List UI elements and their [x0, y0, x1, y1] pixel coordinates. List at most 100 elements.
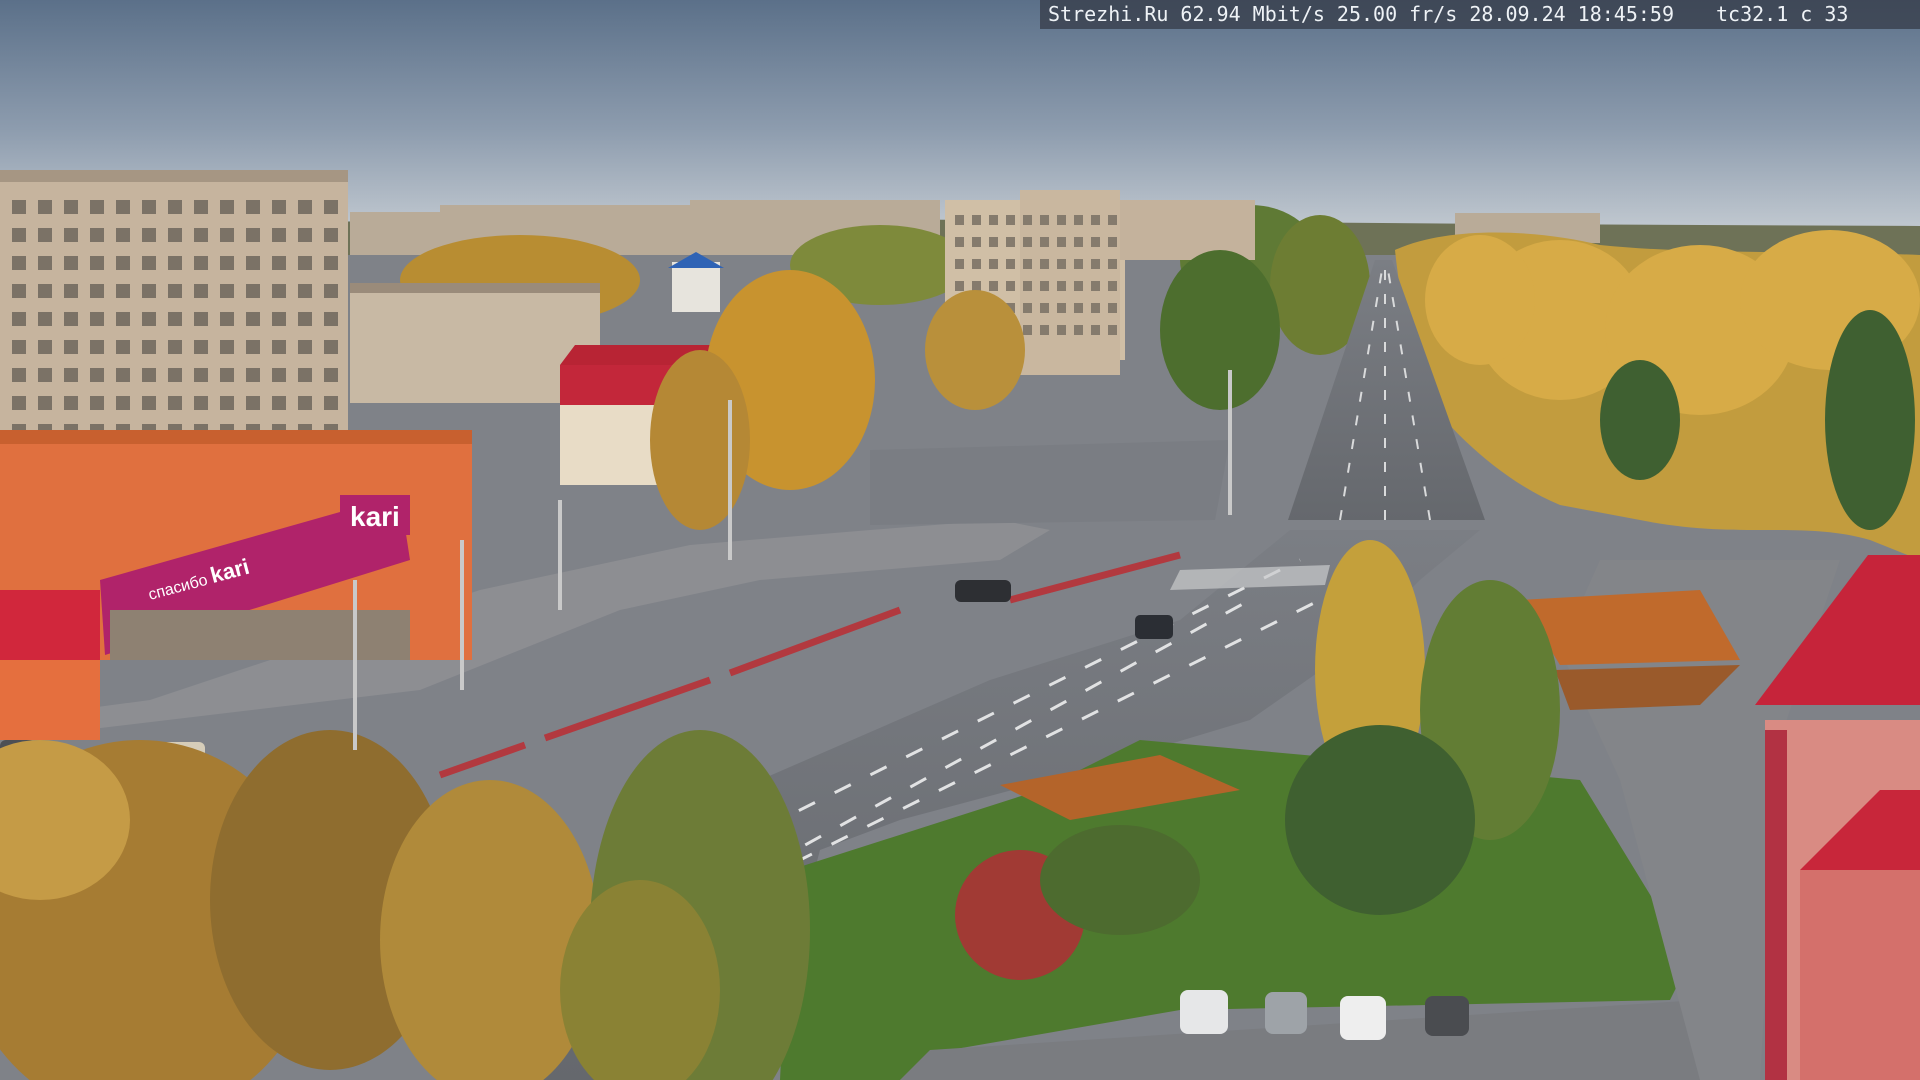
window	[90, 396, 104, 410]
window	[194, 340, 208, 354]
camera-osd-bar: Strezhi.Ru 62.94 Mbit/s 25.00 fr/s 28.09.24…	[1040, 0, 1920, 29]
osd-site: Strezhi.Ru	[1048, 2, 1169, 26]
window	[90, 256, 104, 270]
window	[324, 340, 338, 354]
window	[1006, 215, 1015, 225]
window	[1074, 303, 1083, 313]
window	[64, 200, 78, 214]
window	[38, 284, 52, 298]
window	[168, 368, 182, 382]
window	[1023, 259, 1032, 269]
window	[64, 228, 78, 242]
window	[298, 284, 312, 298]
window	[142, 256, 156, 270]
osd-channel: c 33	[1800, 2, 1849, 26]
window	[1023, 325, 1032, 335]
window	[324, 200, 338, 214]
window	[989, 259, 998, 269]
window	[324, 312, 338, 326]
window	[90, 284, 104, 298]
window	[1091, 303, 1100, 313]
window	[989, 215, 998, 225]
window	[142, 396, 156, 410]
window	[272, 284, 286, 298]
window	[1091, 215, 1100, 225]
window	[64, 368, 78, 382]
osd-bitrate: 62.94 Mbit/s	[1180, 2, 1325, 26]
window	[142, 284, 156, 298]
window	[972, 215, 981, 225]
osd-date: 28.09.24	[1469, 2, 1566, 26]
window	[298, 200, 312, 214]
window	[38, 368, 52, 382]
window	[142, 368, 156, 382]
window	[1057, 259, 1066, 269]
window	[1040, 259, 1049, 269]
window	[955, 281, 964, 291]
window	[90, 312, 104, 326]
window	[116, 340, 130, 354]
window	[1108, 215, 1117, 225]
window	[246, 312, 260, 326]
window	[972, 281, 981, 291]
window	[116, 200, 130, 214]
webcam-scene: kari спасибо kari	[0, 0, 1920, 1080]
window	[1091, 259, 1100, 269]
window	[142, 312, 156, 326]
window	[168, 396, 182, 410]
window	[1057, 237, 1066, 247]
window	[194, 368, 208, 382]
window	[1006, 237, 1015, 247]
window	[12, 228, 26, 242]
window	[194, 284, 208, 298]
window	[298, 228, 312, 242]
window	[90, 200, 104, 214]
osd-camera-code: tc32.1	[1716, 2, 1789, 26]
window	[12, 368, 26, 382]
window	[324, 228, 338, 242]
window	[194, 228, 208, 242]
window	[1023, 303, 1032, 313]
window	[168, 200, 182, 214]
window	[116, 312, 130, 326]
window	[142, 340, 156, 354]
window	[1057, 303, 1066, 313]
window	[272, 312, 286, 326]
window	[1108, 281, 1117, 291]
window	[246, 228, 260, 242]
window	[1023, 281, 1032, 291]
window	[64, 340, 78, 354]
window	[12, 284, 26, 298]
window	[989, 237, 998, 247]
window	[1091, 237, 1100, 247]
window	[116, 396, 130, 410]
window	[324, 284, 338, 298]
window	[1023, 215, 1032, 225]
window	[12, 396, 26, 410]
window	[246, 396, 260, 410]
window	[1074, 215, 1083, 225]
window	[12, 340, 26, 354]
window	[989, 281, 998, 291]
window	[955, 259, 964, 269]
window	[1040, 281, 1049, 291]
window	[12, 256, 26, 270]
window	[220, 396, 234, 410]
window	[1040, 215, 1049, 225]
window	[38, 228, 52, 242]
window	[1040, 237, 1049, 247]
window	[220, 200, 234, 214]
window	[194, 200, 208, 214]
window	[116, 228, 130, 242]
window	[1108, 325, 1117, 335]
osd-framerate: 25.00 fr/s	[1336, 2, 1458, 26]
window	[246, 340, 260, 354]
window	[1108, 237, 1117, 247]
window	[1091, 281, 1100, 291]
window	[1006, 281, 1015, 291]
window	[246, 368, 260, 382]
window	[194, 312, 208, 326]
window	[220, 284, 234, 298]
window	[142, 200, 156, 214]
window	[64, 284, 78, 298]
